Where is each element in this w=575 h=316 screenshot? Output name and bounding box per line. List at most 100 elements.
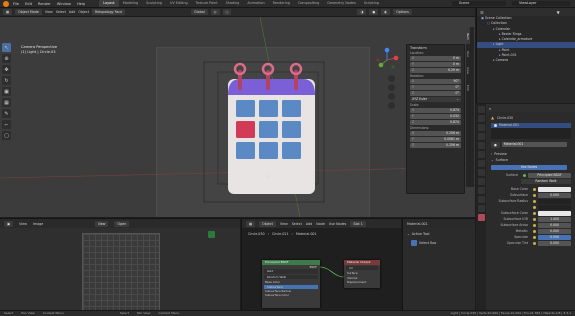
tool-tab-icon[interactable] (477, 106, 485, 113)
rotation-mode-select[interactable]: XYZ Euler ⌄ (410, 97, 461, 102)
transform-tool-icon[interactable]: ▦ (2, 98, 11, 107)
scale-y-field[interactable]: Y 0.032 (410, 114, 461, 119)
material-tab-icon[interactable] (477, 214, 485, 221)
scale-tool-icon[interactable]: ▣ (2, 87, 11, 96)
socket-icon[interactable] (533, 199, 536, 203)
socket-icon[interactable] (533, 193, 536, 197)
menu-file[interactable]: File (13, 2, 19, 6)
tab-uv-editing[interactable]: UV Editing (166, 0, 192, 7)
sidebar-tab-edit[interactable]: Edit (466, 78, 470, 95)
tab-animation[interactable]: Animation (243, 0, 268, 7)
surface-shader-select[interactable]: Principled BSDF (528, 172, 571, 178)
ortho-grid-icon[interactable] (388, 102, 395, 109)
proportional-edit-icon[interactable]: ○ (222, 9, 232, 15)
view-layer-selector[interactable]: ViewLayer (512, 1, 570, 6)
scene-selector[interactable]: Scene (452, 1, 506, 6)
shader-input-value[interactable] (538, 210, 571, 216)
rotation-x-field[interactable]: X 90° (410, 79, 461, 84)
snap-icon[interactable]: ◎ (210, 9, 220, 15)
menu-view[interactable]: View (45, 10, 53, 14)
new-image-button[interactable]: New (95, 220, 109, 227)
material-output-node[interactable]: Material Output All Surface Volume Displ… (344, 260, 380, 288)
open-image-button[interactable]: Open (114, 220, 130, 227)
add-cube-tool-icon[interactable]: ▢ (2, 131, 11, 140)
tab-layout[interactable]: Layout (99, 0, 119, 7)
menu-object[interactable]: Object (78, 10, 89, 14)
shader-input-value[interactable]: 0.000 (538, 192, 571, 198)
constraints-tab-icon[interactable] (477, 196, 485, 203)
pan-hand-icon[interactable] (388, 84, 395, 91)
surface-panel-header[interactable]: ⌄ Surface (477, 157, 575, 163)
world-tab-icon[interactable] (477, 151, 485, 158)
shader-input-value[interactable] (538, 186, 571, 192)
camera-view-icon[interactable] (388, 93, 395, 100)
menu-help[interactable]: Help (77, 2, 85, 6)
material-slot-item[interactable]: Material.001 (491, 123, 571, 128)
shader-input-value[interactable]: 0.000 (538, 222, 571, 228)
socket-icon[interactable] (533, 241, 536, 245)
socket-icon[interactable] (533, 205, 536, 209)
shading-material-icon[interactable]: ◐ (381, 9, 391, 15)
tab-rendering[interactable]: Rendering (269, 0, 294, 7)
pivot-select[interactable]: Retopology Face (92, 9, 126, 15)
dimensions-y-field[interactable]: Y 0.0061 m (410, 137, 461, 142)
use-nodes-button[interactable]: Use Nodes (491, 164, 567, 170)
menu-edit[interactable]: Edit (25, 2, 32, 6)
editor-type-icon[interactable]: ▦ (3, 9, 13, 15)
measure-tool-icon[interactable]: ⌐ (2, 120, 11, 129)
rotate-tool-icon[interactable]: ↻ (2, 76, 11, 85)
subsurface-method-select[interactable]: Random Walk (521, 178, 571, 184)
tab-geometry-nodes[interactable]: Geometry Nodes (323, 0, 360, 7)
view-layer-tab-icon[interactable] (477, 133, 485, 140)
sidebar-tab-item[interactable]: Item (466, 27, 470, 44)
socket-icon[interactable] (533, 217, 536, 221)
socket-icon[interactable] (533, 223, 536, 227)
particles-tab-icon[interactable] (477, 178, 485, 185)
socket-icon[interactable] (533, 187, 536, 191)
scene-tab-icon[interactable] (477, 142, 485, 149)
socket-icon[interactable] (533, 211, 536, 215)
tab-scripting[interactable]: Scripting (360, 0, 383, 7)
render-tab-icon[interactable] (477, 115, 485, 122)
shader-input-value[interactable]: 0.000 (538, 228, 571, 234)
principled-bsdf-node[interactable]: Principled BSDF BSDF GGX Random Walk Bas… (262, 260, 320, 308)
tab-texture-paint[interactable]: Texture Paint (192, 0, 222, 7)
browse-material-icon[interactable]: ● (491, 141, 500, 148)
outliner-filter-icon[interactable]: ▼ (557, 10, 560, 15)
navigation-gizmo-icon[interactable] (374, 47, 400, 73)
output-tab-icon[interactable] (477, 124, 485, 131)
image-menu-image[interactable]: Image (33, 222, 43, 226)
location-z-field[interactable]: Z 0.29 m (410, 68, 461, 73)
tab-shading[interactable]: Shading (222, 0, 244, 7)
shader-node-editor[interactable]: ▦ Object View Select Add Node Use Nodes … (241, 218, 401, 310)
active-tool-header[interactable]: ⌄ Active Tool (407, 232, 471, 236)
shading-solid-icon[interactable]: ● (369, 9, 379, 15)
orientation-select[interactable]: Global (191, 9, 208, 15)
location-x-field[interactable]: X0 m (410, 56, 461, 61)
shader-input-value[interactable]: 1.400 (538, 216, 571, 222)
annotate-tool-icon[interactable]: ✎ (2, 109, 11, 118)
modifiers-tab-icon[interactable] (477, 169, 485, 176)
object-tab-icon[interactable] (477, 160, 485, 167)
image-editor-type-icon[interactable]: ▣ (4, 220, 14, 227)
data-tab-icon[interactable] (477, 205, 485, 212)
scale-z-field[interactable]: Z 0.874 (410, 120, 461, 125)
options-button[interactable]: Options (393, 9, 412, 15)
dimensions-x-field[interactable]: X 0.256 m (410, 131, 461, 136)
material-name-field[interactable]: Material.001 (501, 142, 567, 147)
shader-input-value[interactable] (538, 204, 571, 210)
cursor-tool-icon[interactable]: ⊕ (2, 54, 11, 63)
shader-input-value[interactable] (538, 198, 571, 204)
socket-icon[interactable] (533, 235, 536, 239)
socket-icon[interactable] (533, 229, 536, 233)
menu-window[interactable]: Window (57, 2, 71, 6)
properties-search-icon[interactable]: ⌕ (489, 106, 491, 111)
sidebar-tab-tool[interactable]: Tool (466, 44, 470, 61)
select-tool-icon[interactable]: ↖ (2, 43, 11, 52)
shader-input-value[interactable]: 0.000 (538, 240, 571, 246)
sidebar-tab-view[interactable]: View (466, 61, 470, 78)
physics-tab-icon[interactable] (477, 187, 485, 194)
menu-add[interactable]: Add (69, 10, 75, 14)
image-pin-icon[interactable] (208, 231, 215, 238)
mode-select[interactable]: Object Mode (15, 9, 42, 15)
